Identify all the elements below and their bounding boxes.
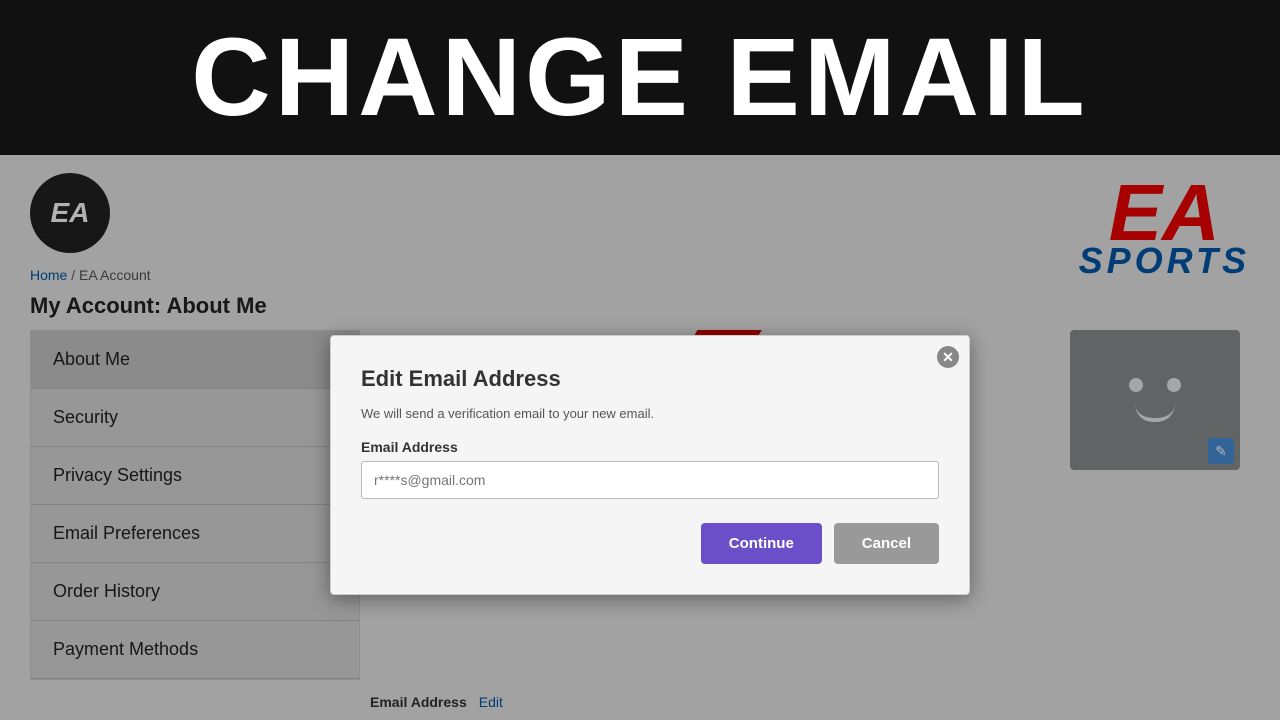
modal-title: Edit Email Address	[361, 366, 939, 392]
continue-button[interactable]: Continue	[701, 523, 822, 564]
banner-title: CHANGE EMAIL	[191, 14, 1088, 141]
modal-subtitle: We will send a verification email to you…	[361, 406, 939, 421]
modal-overlay: ✕ Edit Email Address We will send a veri…	[0, 155, 1280, 720]
modal-dialog: ✕ Edit Email Address We will send a veri…	[330, 335, 970, 595]
modal-email-input[interactable]	[361, 461, 939, 499]
modal-buttons: Continue Cancel	[361, 523, 939, 564]
modal-email-label: Email Address	[361, 439, 939, 455]
modal-close-button[interactable]: ✕	[937, 346, 959, 368]
main-area: EA EA SPORTS Home / EA Account My Accoun…	[0, 155, 1280, 720]
top-banner: CHANGE EMAIL	[0, 0, 1280, 155]
cancel-button[interactable]: Cancel	[834, 523, 939, 564]
